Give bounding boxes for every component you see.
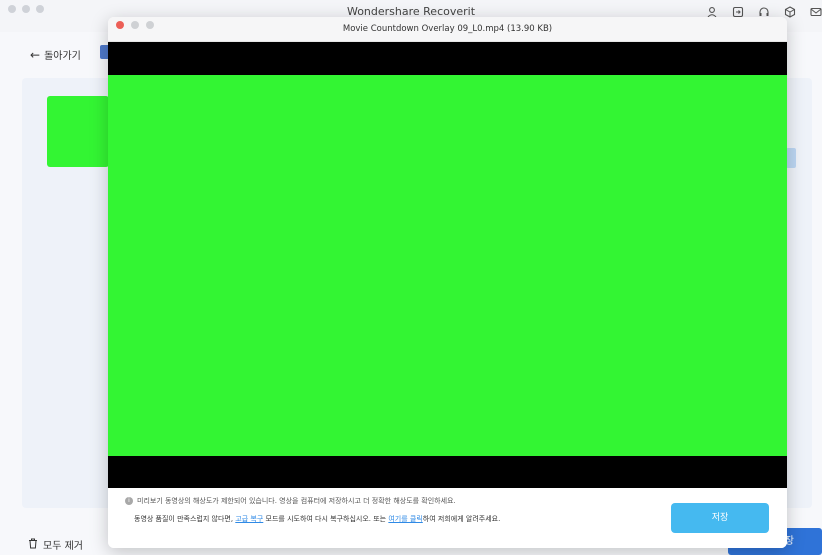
preview-titlebar: Movie Countdown Overlay 09_L0.mp4 (13.90… bbox=[108, 17, 787, 42]
save-button[interactable]: 저장 bbox=[671, 503, 769, 533]
resolution-notice: i 미리보기 동영상의 해상도가 제한되어 있습니다. 영상을 컴퓨터에 저장하… bbox=[125, 496, 456, 506]
video-preview-dialog: Movie Countdown Overlay 09_L0.mp4 (13.90… bbox=[108, 17, 787, 548]
quality-suffix: 하여 저희에게 알려주세요. bbox=[422, 515, 501, 523]
video-frame bbox=[108, 75, 787, 456]
arrow-left-icon: ← bbox=[30, 47, 41, 62]
video-player[interactable] bbox=[108, 42, 787, 488]
video-thumbnail[interactable] bbox=[47, 96, 109, 167]
quality-prefix: 동영상 품질이 만족스럽지 않다면, bbox=[134, 515, 236, 523]
scroll-indicator[interactable] bbox=[786, 148, 796, 168]
remove-all-button[interactable]: 모두 제거 bbox=[28, 537, 83, 552]
mail-icon[interactable] bbox=[810, 6, 822, 18]
back-label: 돌아가기 bbox=[44, 51, 81, 62]
info-icon: i bbox=[125, 497, 133, 505]
resolution-notice-text: 미리보기 동영상의 해상도가 제한되어 있습니다. 영상을 컴퓨터에 저장하시고… bbox=[137, 497, 456, 505]
feedback-link[interactable]: 여기를 클릭 bbox=[388, 515, 422, 523]
remove-all-label: 모두 제거 bbox=[43, 541, 83, 552]
quality-notice: 동영상 품질이 만족스럽지 않다면, 고급 복구 모드를 시도하여 다시 복구하… bbox=[134, 514, 500, 524]
preview-footer: i 미리보기 동영상의 해상도가 제한되어 있습니다. 영상을 컴퓨터에 저장하… bbox=[108, 488, 787, 548]
quality-middle: 모드를 시도하여 다시 복구하십시오. 또는 bbox=[263, 515, 389, 523]
preview-title: Movie Countdown Overlay 09_L0.mp4 (13.90… bbox=[342, 24, 553, 34]
back-button[interactable]: ← 돌아가기 bbox=[30, 47, 81, 63]
trash-icon bbox=[28, 538, 38, 552]
advanced-recovery-link[interactable]: 고급 복구 bbox=[235, 515, 263, 523]
